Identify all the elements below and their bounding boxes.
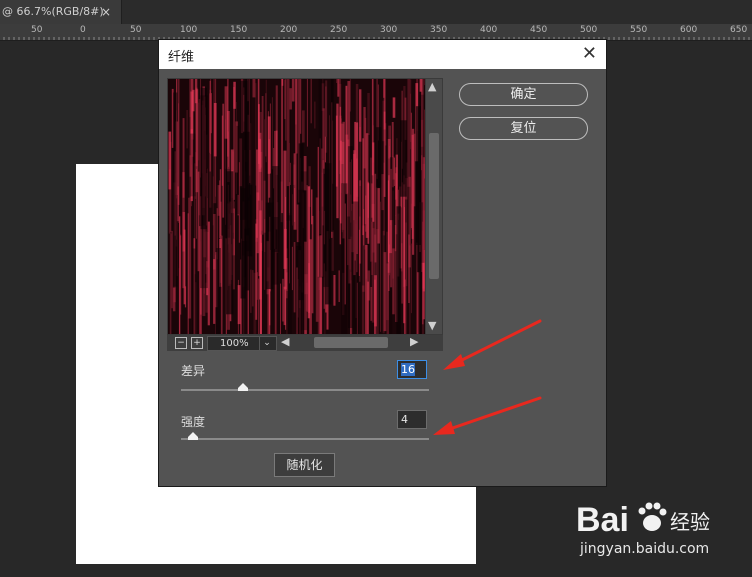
annotation-arrows bbox=[433, 319, 542, 435]
paw-icon bbox=[638, 502, 667, 531]
red-arrow-head bbox=[443, 354, 465, 370]
watermark-url: jingyan.baidu.com bbox=[580, 541, 710, 557]
watermark-suffix: 经验 bbox=[670, 510, 710, 534]
red-arrow-head bbox=[433, 421, 455, 435]
watermark-brand: Bai bbox=[576, 501, 629, 539]
red-arrow-shaft bbox=[439, 396, 542, 434]
annotation-arrow-group bbox=[433, 319, 542, 435]
red-arrow-shaft bbox=[448, 319, 542, 368]
baidu-jingyan-logo: Bai 经验 bbox=[576, 501, 710, 539]
